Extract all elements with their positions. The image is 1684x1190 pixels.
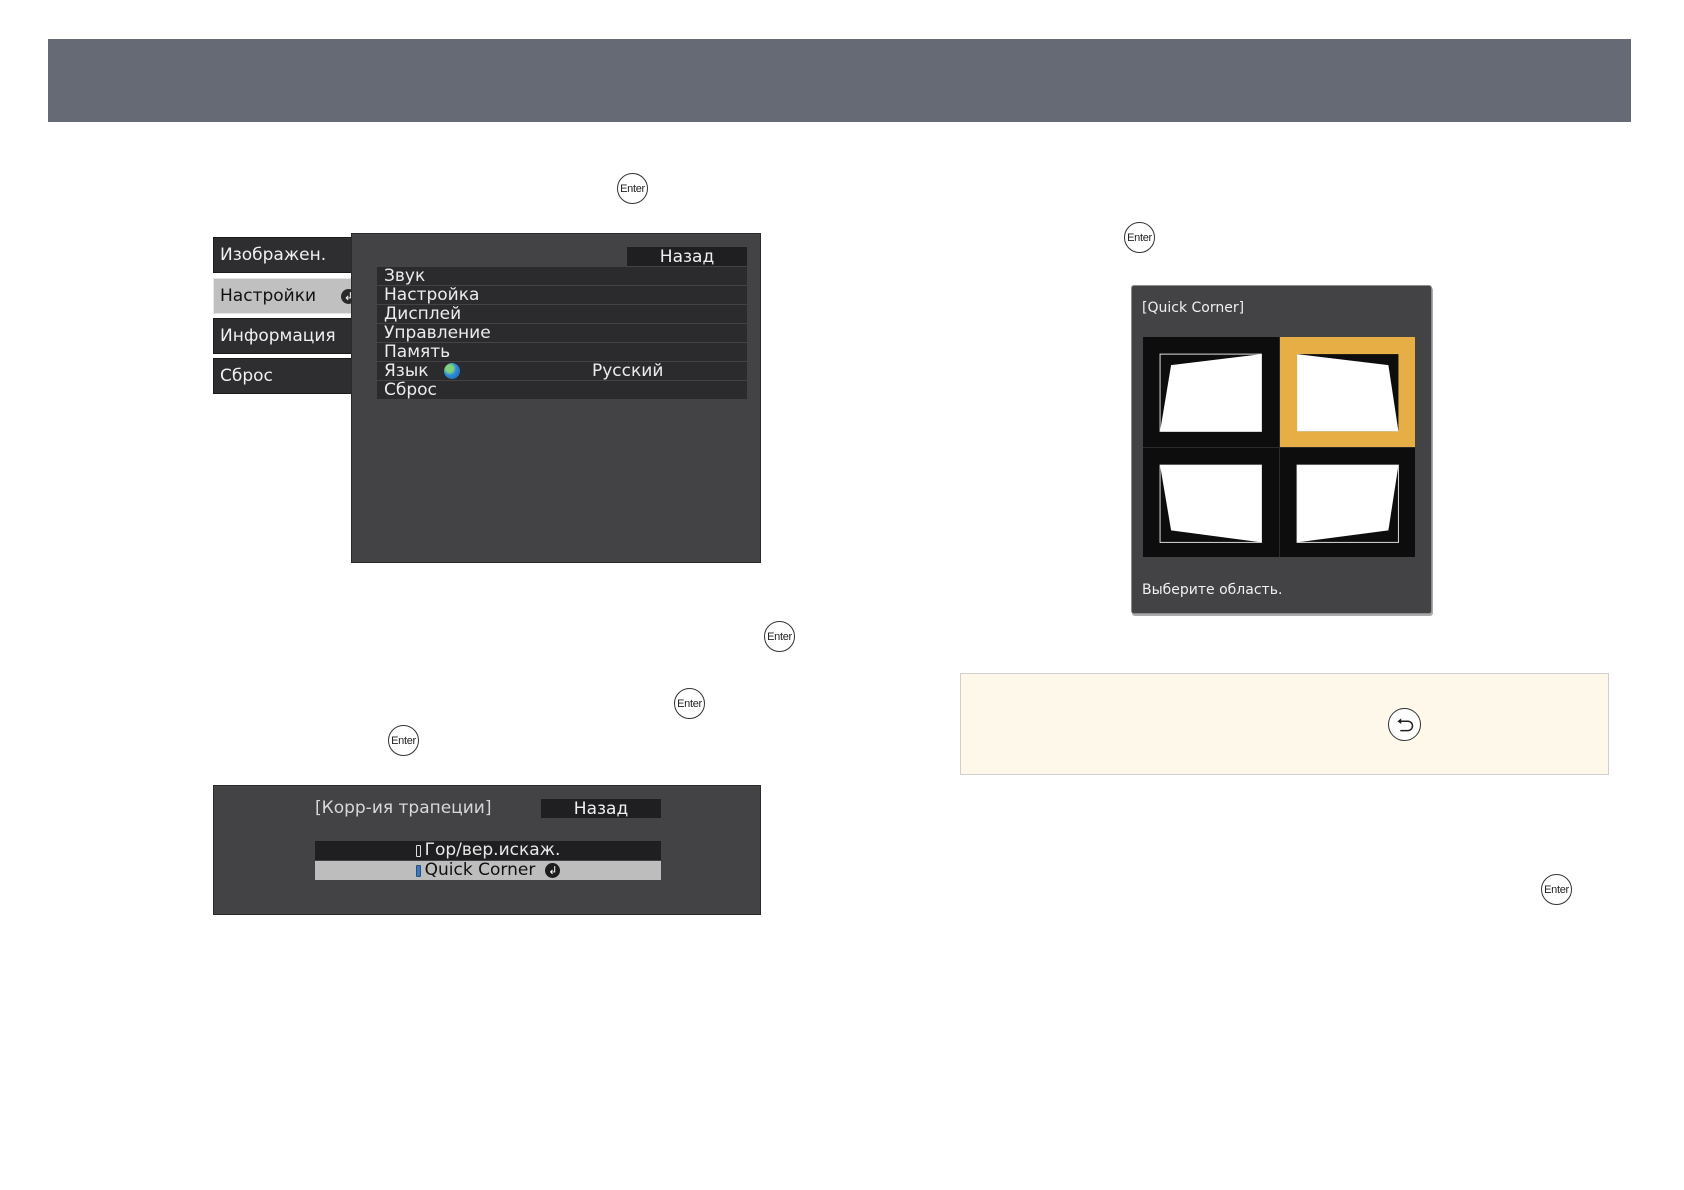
keystone-option-hv[interactable]: Гор/вер.искаж.	[315, 841, 661, 860]
back-button[interactable]: Назад	[627, 247, 747, 267]
menu-item-label: Управление	[384, 322, 491, 343]
quick-corner-panel: [Quick Corner] Выберите область.	[1131, 285, 1432, 614]
menu-item-control[interactable]: Управление	[377, 324, 747, 343]
menu-item-memory[interactable]: Память	[377, 343, 747, 362]
menu-item-setup[interactable]: Настройка	[377, 286, 747, 305]
quick-corner-title: [Quick Corner]	[1142, 300, 1245, 316]
globe-icon	[443, 363, 460, 379]
enter-button-icon: Enter	[1124, 222, 1155, 253]
menu-item-value: Русский	[592, 360, 664, 381]
region-bottom-right[interactable]	[1279, 447, 1415, 557]
trapezoid-top-left-icon	[1159, 353, 1262, 432]
keystone-option-quick-corner[interactable]: Quick Corner ↲	[315, 861, 661, 880]
region-top-right[interactable]	[1279, 337, 1415, 447]
tab-label: Изображен.	[220, 245, 327, 265]
option-label: Quick Corner	[424, 860, 536, 880]
back-button[interactable]: Назад	[541, 799, 661, 819]
menu-item-sound[interactable]: Звук	[377, 267, 747, 286]
menu-item-reset[interactable]: Сброс	[377, 381, 747, 400]
tab-information[interactable]: Информация	[213, 318, 354, 354]
enter-button-icon: Enter	[764, 621, 795, 652]
enter-icon: ↲	[545, 863, 561, 878]
tab-label: Информация	[220, 326, 336, 346]
enter-button-icon: Enter	[388, 725, 419, 756]
quick-corner-grid	[1143, 337, 1415, 557]
menu-item-label: Настройка	[384, 284, 480, 305]
menu-item-display[interactable]: Дисплей	[377, 305, 747, 324]
enter-button-icon: Enter	[617, 173, 648, 204]
enter-button-icon: Enter	[674, 688, 705, 719]
settings-list: Звук Настройка Дисплей Управление Память…	[377, 267, 747, 400]
region-bottom-left[interactable]	[1143, 447, 1279, 557]
tab-image[interactable]: Изображен.	[213, 237, 354, 273]
header-bar	[48, 39, 1631, 122]
settings-panel: Назад Звук Настройка Дисплей Управление …	[351, 233, 761, 563]
region-top-left[interactable]	[1143, 337, 1279, 447]
menu-item-label: Сброс	[384, 379, 437, 400]
note-box	[960, 673, 1609, 775]
enter-button-icon: Enter	[1541, 874, 1572, 905]
menu-item-label: Язык	[384, 360, 429, 381]
trapezoid-bottom-right-icon	[1296, 464, 1399, 543]
menu-item-label: Память	[384, 341, 451, 362]
trapezoid-bottom-left-icon	[1159, 464, 1262, 543]
menu-item-label: Дисплей	[384, 303, 462, 324]
menu-item-label: Звук	[384, 265, 426, 286]
keystone-title: [Корр-ия трапеции]	[315, 798, 492, 818]
tab-settings[interactable]: Настройки ↲	[213, 278, 363, 314]
radio-marker-icon	[415, 864, 421, 877]
tab-reset[interactable]: Сброс	[213, 358, 354, 394]
tab-label: Настройки	[220, 286, 317, 306]
menu-item-language[interactable]: Язык Русский	[377, 362, 747, 381]
trapezoid-top-right-icon	[1296, 354, 1398, 432]
radio-marker-icon	[415, 844, 421, 857]
return-icon	[1388, 708, 1421, 741]
option-label: Гор/вер.искаж.	[424, 840, 561, 860]
keystone-panel: [Корр-ия трапеции] Назад Гор/вер.искаж. …	[213, 785, 761, 915]
tab-label: Сброс	[220, 366, 273, 386]
quick-corner-hint: Выберите область.	[1142, 582, 1283, 598]
